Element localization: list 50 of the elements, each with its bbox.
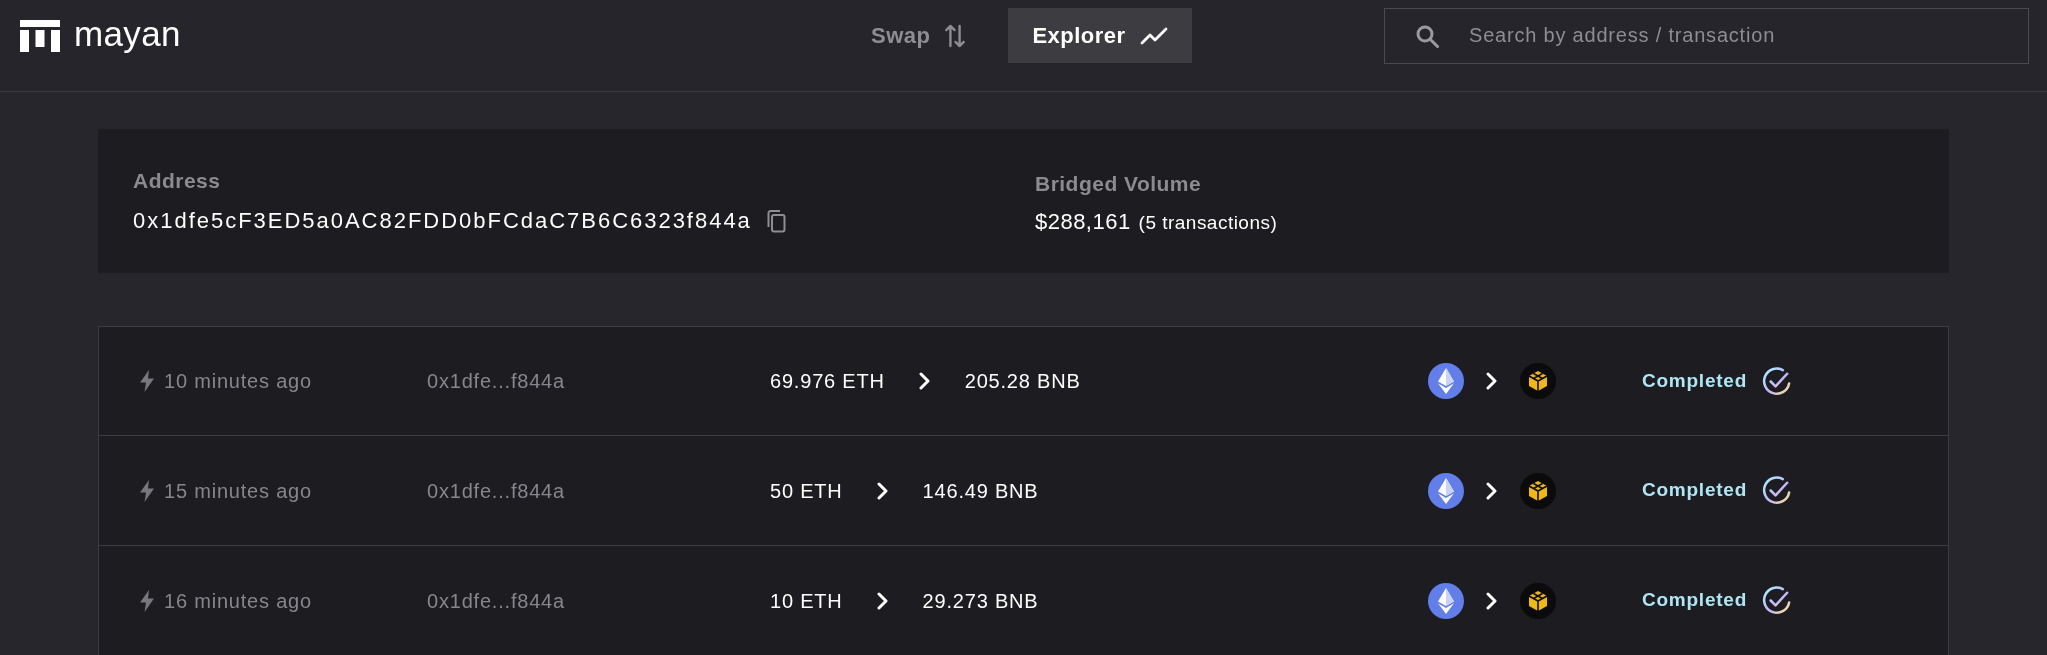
copy-icon[interactable] <box>765 209 786 233</box>
time-text: 15 minutes ago <box>164 478 312 504</box>
address-value: 0x1dfe5cF3ED5a0AC82FDD0bFCdaC7B6C6323f844a <box>133 207 752 235</box>
cube-coin-icon <box>1520 582 1556 619</box>
chevron-right-icon <box>918 372 931 390</box>
transaction-row[interactable]: 16 minutes ago 0x1dfe...f844a 10 ETH 29.273 BNB Completed <box>98 546 1949 655</box>
bridged-volume-value: $288,161 <box>1035 208 1131 236</box>
to-amount: 146.49 BNB <box>922 478 1039 504</box>
bolt-icon <box>139 589 155 612</box>
brand-name: mayan <box>74 16 181 55</box>
status-text: Completed <box>1642 478 1747 503</box>
chevron-right-icon <box>876 591 889 610</box>
bolt-icon <box>139 370 155 392</box>
up-down-arrows-icon <box>944 22 967 49</box>
status-text: Completed <box>1642 368 1747 393</box>
from-amount: 69.976 ETH <box>770 369 885 394</box>
address-text: 0x1dfe...f844a <box>427 478 566 504</box>
nav-tab[interactable]: Explorer <box>1008 8 1192 63</box>
from-amount: 50 ETH <box>770 478 843 504</box>
chevron-right-icon <box>1486 481 1498 500</box>
chevron-right-icon <box>876 481 889 500</box>
status-text: Completed <box>1642 588 1747 613</box>
time-text: 16 minutes ago <box>164 588 312 614</box>
address-text: 0x1dfe...f844a <box>427 588 566 614</box>
check-circle-icon <box>1761 475 1792 506</box>
cube-coin-icon <box>1520 363 1556 399</box>
transaction-row[interactable]: 10 minutes ago 0x1dfe...f844a 69.976 ETH 205.28 BNB Completed <box>98 326 1949 436</box>
check-circle-icon <box>1761 585 1792 616</box>
from-amount: 10 ETH <box>770 588 843 614</box>
trend-line-icon <box>1139 25 1168 46</box>
time-text: 10 minutes ago <box>164 369 312 394</box>
address-text: 0x1dfe...f844a <box>427 369 566 394</box>
transaction-count: (5 transactions) <box>1138 211 1278 235</box>
address-label: Address <box>133 168 222 194</box>
logo-icon <box>20 19 60 52</box>
to-amount: 29.273 BNB <box>922 588 1039 614</box>
transaction-row[interactable]: 15 minutes ago 0x1dfe...f844a 50 ETH 146.49 BNB Completed <box>98 436 1949 546</box>
check-circle-icon <box>1761 365 1792 397</box>
chevron-right-icon <box>1486 591 1498 610</box>
diamond-coin-icon <box>1428 363 1464 399</box>
search-icon <box>1415 23 1439 48</box>
nav-tab[interactable]: Swap <box>847 8 991 63</box>
to-amount: 205.28 BNB <box>964 369 1081 394</box>
cube-coin-icon <box>1520 472 1556 509</box>
bridged-volume-label: Bridged Volume <box>1035 171 1203 197</box>
diamond-coin-icon <box>1428 582 1464 619</box>
chevron-right-icon <box>1486 372 1498 390</box>
diamond-coin-icon <box>1428 472 1464 509</box>
bolt-icon <box>139 479 155 502</box>
search-field[interactable]: Search by address / transaction <box>1384 7 2029 64</box>
